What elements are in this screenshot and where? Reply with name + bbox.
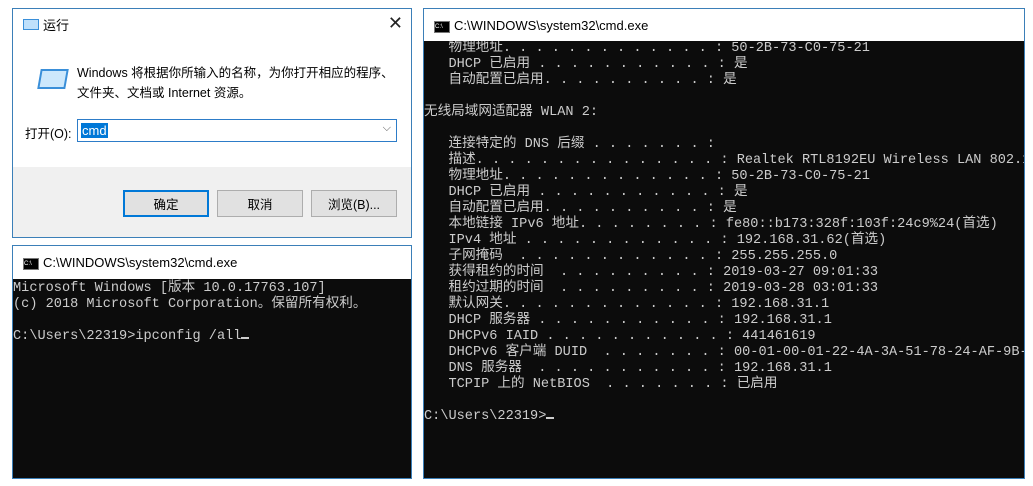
console-line: IPv4 地址 . . . . . . . . . . . . : 192.16…	[424, 233, 887, 248]
console-line: DHCP 已启用 . . . . . . . . . . . : 是	[424, 185, 748, 200]
open-input[interactable]: cmd ⌵	[77, 119, 397, 142]
console-line: 自动配置已启用. . . . . . . . . . : 是	[424, 201, 737, 216]
console-line: 子网掩码 . . . . . . . . . . . . : 255.255.2…	[424, 249, 838, 264]
console-line: 连接特定的 DNS 后缀 . . . . . . . :	[424, 137, 715, 152]
console-line: DHCPv6 客户端 DUID . . . . . . . : 00-01-00…	[424, 345, 1024, 360]
run-icon	[23, 19, 39, 30]
console-line: C:\Users\22319>	[424, 409, 1024, 425]
run-title: 运行	[43, 17, 70, 33]
run-description: Windows 将根据你所输入的名称，为你打开相应的程序、文件夹、文档或 Int…	[77, 66, 394, 100]
console-line: 默认网关. . . . . . . . . . . . . : 192.168.…	[424, 297, 830, 312]
cancel-button[interactable]: 取消	[217, 190, 303, 217]
close-icon[interactable]: ✕	[388, 13, 403, 34]
console-output[interactable]: Microsoft Windows [版本 10.0.17763.107] (c)…	[13, 279, 411, 478]
console-line: 获得租约的时间 . . . . . . . . . : 2019-03-27 0…	[424, 265, 879, 280]
console-output[interactable]: 物理地址. . . . . . . . . . . . . : 50-2B-73…	[424, 41, 1024, 478]
console-line: 物理地址. . . . . . . . . . . . . : 50-2B-73…	[424, 41, 870, 56]
console-line: Microsoft Windows [版本 10.0.17763.107]	[13, 281, 326, 296]
cmd-title-bar: C:\ C:\WINDOWS\system32\cmd.exe	[424, 9, 1024, 41]
cmd-icon: C:\	[23, 258, 39, 270]
open-label: 打开(O):	[25, 127, 72, 141]
chevron-down-icon[interactable]: ⌵	[383, 122, 391, 135]
console-line: 物理地址. . . . . . . . . . . . . : 50-2B-73…	[424, 169, 870, 184]
button-bar: 确定 取消 浏览(B)...	[13, 167, 411, 237]
cursor	[546, 417, 555, 419]
console-line: 本地链接 IPv6 地址. . . . . . . . : fe80::b173…	[424, 217, 998, 232]
run-large-icon	[37, 69, 69, 89]
cmd-title: C:\WINDOWS\system32\cmd.exe	[454, 17, 649, 33]
console-line: 描述. . . . . . . . . . . . . . . : Realte…	[424, 153, 1024, 168]
open-input-value[interactable]: cmd	[81, 123, 108, 138]
console-text: Microsoft Windows [版本 10.0.17763.107] (c)…	[13, 279, 411, 345]
cmd-window-small: C:\ C:\WINDOWS\system32\cmd.exe Microsof…	[12, 245, 412, 479]
cmd-title-bar: C:\ C:\WINDOWS\system32\cmd.exe	[13, 246, 411, 279]
console-text: 物理地址. . . . . . . . . . . . . : 50-2B-73…	[424, 41, 1024, 425]
ok-button[interactable]: 确定	[123, 190, 209, 217]
console-line: 租约过期的时间 . . . . . . . . . : 2019-03-28 0…	[424, 281, 879, 296]
run-dialog: 运行 ✕ Windows 将根据你所输入的名称，为你打开相应的程序、文件夹、文档…	[12, 8, 412, 238]
cmd-title: C:\WINDOWS\system32\cmd.exe	[43, 255, 238, 270]
console-line: DHCPv6 IAID . . . . . . . . . . . : 4414…	[424, 329, 816, 344]
cmd-window-large: C:\ C:\WINDOWS\system32\cmd.exe 物理地址. . …	[423, 8, 1025, 479]
console-line: 无线局域网适配器 WLAN 2:	[424, 105, 599, 120]
cmd-icon: C:\	[434, 21, 450, 33]
console-line: DHCP 已启用 . . . . . . . . . . . : 是	[424, 57, 748, 72]
console-line: TCPIP 上的 NetBIOS . . . . . . . : 已启用	[424, 377, 778, 392]
browse-button[interactable]: 浏览(B)...	[311, 190, 397, 217]
console-line: DHCP 服务器 . . . . . . . . . . . : 192.168…	[424, 313, 832, 328]
run-title-bar: 运行 ✕	[13, 9, 411, 39]
console-line: DNS 服务器 . . . . . . . . . . . : 192.168.…	[424, 361, 832, 376]
console-line: 自动配置已启用. . . . . . . . . . : 是	[424, 73, 737, 88]
console-line: C:\Users\22319>ipconfig /all	[13, 329, 411, 345]
console-line: (c) 2018 Microsoft Corporation。保留所有权利。	[13, 297, 367, 312]
cursor	[241, 337, 250, 339]
